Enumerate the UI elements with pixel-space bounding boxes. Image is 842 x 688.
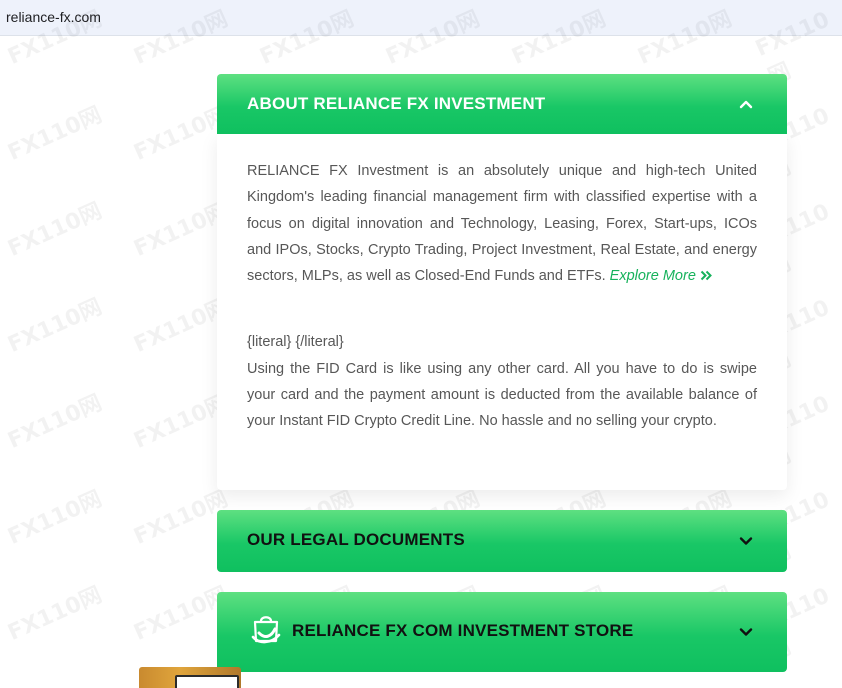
watermark-text: FX110网: [4, 486, 106, 551]
about-accordion-title: ABOUT RELIANCE FX INVESTMENT: [247, 94, 546, 113]
watermark-text: FX110网: [4, 198, 106, 263]
chevron-up-icon[interactable]: [739, 97, 753, 111]
laptop-screen: [175, 675, 239, 688]
fid-card-text: Using the FID Card is like using any oth…: [247, 360, 757, 430]
address-bar[interactable]: reliance-fx.com: [0, 0, 842, 36]
about-accordion-header[interactable]: ABOUT RELIANCE FX INVESTMENT: [217, 74, 787, 134]
chevron-down-icon[interactable]: [739, 625, 753, 639]
watermark-text: FX110网: [4, 294, 106, 359]
watermark-text: FX110网: [4, 390, 106, 455]
legal-accordion-title: OUR LEGAL DOCUMENTS: [247, 530, 465, 549]
about-paragraph-text: RELIANCE FX Investment is an absolutely …: [247, 163, 757, 285]
laptop-thumbnail-image: [139, 667, 241, 688]
explore-more-label: Explore More: [609, 268, 696, 285]
store-accordion: RELIANCE FX COM INVESTMENT STORE: [217, 592, 787, 672]
store-accordion-header[interactable]: RELIANCE FX COM INVESTMENT STORE: [217, 592, 787, 672]
literal-text: {literal} {/literal}: [247, 334, 344, 351]
explore-more-link[interactable]: Explore More: [610, 268, 713, 284]
chevron-down-icon[interactable]: [739, 534, 753, 548]
shopping-bag-icon: [249, 611, 283, 645]
about-paragraph: RELIANCE FX Investment is an absolutely …: [247, 158, 757, 289]
fid-card-paragraph: {literal} {/literal} Using the FID Card …: [247, 329, 757, 434]
double-chevron-right-icon: [700, 268, 713, 284]
legal-accordion-header[interactable]: OUR LEGAL DOCUMENTS: [217, 510, 787, 572]
about-accordion-body: RELIANCE FX Investment is an absolutely …: [217, 134, 787, 490]
watermark-text: FX110网: [4, 582, 106, 647]
address-url[interactable]: reliance-fx.com: [6, 9, 101, 25]
store-accordion-title: RELIANCE FX COM INVESTMENT STORE: [292, 621, 634, 640]
legal-accordion: OUR LEGAL DOCUMENTS: [217, 510, 787, 572]
watermark-text: FX110网: [4, 102, 106, 167]
about-accordion: ABOUT RELIANCE FX INVESTMENT RELIANCE FX…: [217, 74, 787, 490]
